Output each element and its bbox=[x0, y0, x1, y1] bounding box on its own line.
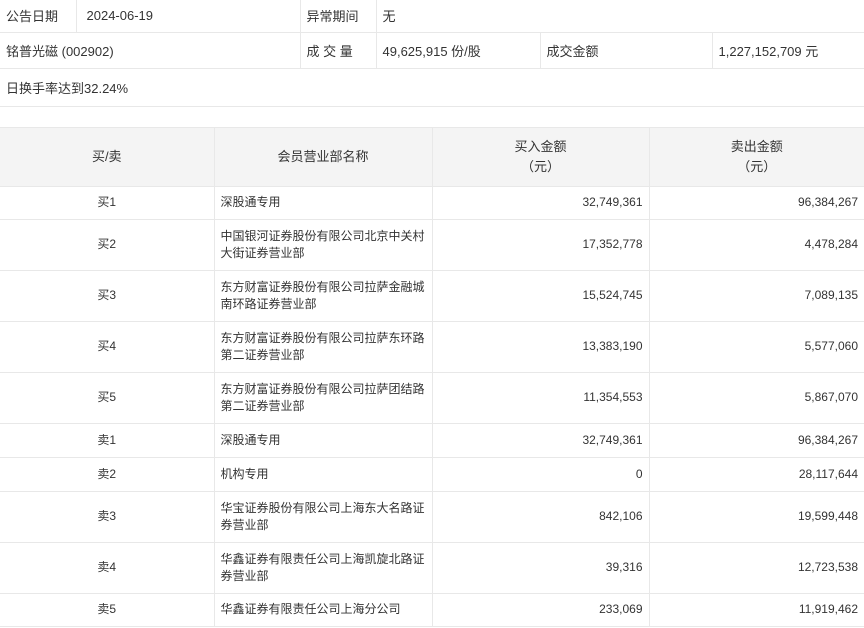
header-buy-line2: （元） bbox=[520, 158, 560, 174]
row-sell-amount: 28,117,644 bbox=[649, 456, 864, 492]
table-row: 卖3 华宝证券股份有限公司上海东大名路证券营业部 842,106 19,599,… bbox=[0, 490, 864, 543]
row-buy-amount: 32,749,361 bbox=[432, 422, 650, 458]
header-buy-line1: 买入金额 bbox=[514, 138, 567, 154]
table-row: 卖2 机构专用 0 28,117,644 bbox=[0, 456, 864, 492]
row-buy-amount: 39,316 bbox=[432, 541, 650, 594]
row-buy-amount: 11,354,553 bbox=[432, 371, 650, 424]
row-sell-amount: 5,577,060 bbox=[649, 320, 864, 373]
row-member-name: 中国银河证券股份有限公司北京中关村大街证券营业部 bbox=[214, 218, 433, 271]
row-sell-amount: 7,089,135 bbox=[649, 269, 864, 322]
period-label: 异常期间 bbox=[299, 0, 376, 33]
row-side: 卖5 bbox=[0, 592, 215, 627]
trading-detail-table: 买/卖 会员营业部名称 买入金额 （元） 卖出金额 （元） 买1 深股通专用 3… bbox=[0, 126, 864, 627]
row-member-name: 华鑫证券有限责任公司上海凯旋北路证券营业部 bbox=[214, 541, 433, 594]
info-row-date: 公告日期 2024-06-19 异常期间 无 bbox=[0, 0, 864, 33]
table-row: 买2 中国银河证券股份有限公司北京中关村大街证券营业部 17,352,778 4… bbox=[0, 218, 864, 271]
amount-value: 1,227,152,709 元 bbox=[711, 32, 864, 69]
table-row: 卖1 深股通专用 32,749,361 96,384,267 bbox=[0, 422, 864, 458]
row-member-name: 深股通专用 bbox=[214, 185, 433, 220]
row-side: 买1 bbox=[0, 185, 215, 220]
table-row: 卖4 华鑫证券有限责任公司上海凯旋北路证券营业部 39,316 12,723,5… bbox=[0, 541, 864, 594]
row-side: 卖1 bbox=[0, 422, 215, 458]
stock-name: 铭普光磁 (002902) bbox=[0, 32, 300, 69]
volume-label: 成 交 量 bbox=[299, 32, 376, 69]
date-label: 公告日期 bbox=[0, 0, 76, 33]
row-member-name: 机构专用 bbox=[214, 456, 433, 492]
table-header-row: 买/卖 会员营业部名称 买入金额 （元） 卖出金额 （元） bbox=[0, 126, 864, 187]
row-buy-amount: 32,749,361 bbox=[432, 185, 650, 220]
date-value: 2024-06-19 bbox=[75, 0, 300, 33]
table-row: 买5 东方财富证券股份有限公司拉萨团结路第二证券营业部 11,354,553 5… bbox=[0, 371, 864, 424]
row-member-name: 东方财富证券股份有限公司拉萨东环路第二证券营业部 bbox=[214, 320, 433, 373]
row-side: 买3 bbox=[0, 269, 215, 322]
table-row: 买1 深股通专用 32,749,361 96,384,267 bbox=[0, 185, 864, 220]
header-sell-line1: 卖出金额 bbox=[730, 138, 783, 154]
header-side: 买/卖 bbox=[0, 126, 215, 187]
announcement-info-table: 公告日期 2024-06-19 异常期间 无 铭普光磁 (002902) 成 交… bbox=[0, 0, 864, 107]
info-row-reason: 日换手率达到32.24% bbox=[0, 68, 864, 107]
table-row: 买4 东方财富证券股份有限公司拉萨东环路第二证券营业部 13,383,190 5… bbox=[0, 320, 864, 373]
row-sell-amount: 19,599,448 bbox=[649, 490, 864, 543]
row-member-name: 东方财富证券股份有限公司拉萨金融城南环路证券营业部 bbox=[214, 269, 433, 322]
row-sell-amount: 96,384,267 bbox=[649, 185, 864, 220]
row-member-name: 东方财富证券股份有限公司拉萨团结路第二证券营业部 bbox=[214, 371, 433, 424]
reason-text: 日换手率达到32.24% bbox=[0, 68, 864, 107]
period-value: 无 bbox=[375, 0, 864, 33]
row-side: 卖3 bbox=[0, 490, 215, 543]
row-sell-amount: 12,723,538 bbox=[649, 541, 864, 594]
row-sell-amount: 4,478,284 bbox=[649, 218, 864, 271]
header-sell-line2: （元） bbox=[737, 158, 777, 174]
header-sell-amount: 卖出金额 （元） bbox=[649, 126, 864, 187]
row-side: 买5 bbox=[0, 371, 215, 424]
row-sell-amount: 11,919,462 bbox=[649, 592, 864, 627]
row-buy-amount: 13,383,190 bbox=[432, 320, 650, 373]
row-member-name: 华鑫证券有限责任公司上海分公司 bbox=[214, 592, 433, 627]
row-buy-amount: 15,524,745 bbox=[432, 269, 650, 322]
row-sell-amount: 5,867,070 bbox=[649, 371, 864, 424]
row-buy-amount: 233,069 bbox=[432, 592, 650, 627]
row-buy-amount: 842,106 bbox=[432, 490, 650, 543]
amount-label: 成交金额 bbox=[539, 32, 712, 69]
row-member-name: 华宝证券股份有限公司上海东大名路证券营业部 bbox=[214, 490, 433, 543]
table-row: 买3 东方财富证券股份有限公司拉萨金融城南环路证券营业部 15,524,745 … bbox=[0, 269, 864, 322]
row-side: 买4 bbox=[0, 320, 215, 373]
info-row-volume: 铭普光磁 (002902) 成 交 量 49,625,915 份/股 成交金额 … bbox=[0, 32, 864, 69]
row-side: 卖4 bbox=[0, 541, 215, 594]
row-side: 卖2 bbox=[0, 456, 215, 492]
row-buy-amount: 17,352,778 bbox=[432, 218, 650, 271]
header-member-name: 会员营业部名称 bbox=[214, 126, 433, 187]
row-member-name: 深股通专用 bbox=[214, 422, 433, 458]
table-row: 卖5 华鑫证券有限责任公司上海分公司 233,069 11,919,462 bbox=[0, 592, 864, 627]
row-buy-amount: 0 bbox=[432, 456, 650, 492]
row-sell-amount: 96,384,267 bbox=[649, 422, 864, 458]
volume-value: 49,625,915 份/股 bbox=[375, 32, 540, 69]
header-buy-amount: 买入金额 （元） bbox=[432, 126, 650, 187]
row-side: 买2 bbox=[0, 218, 215, 271]
